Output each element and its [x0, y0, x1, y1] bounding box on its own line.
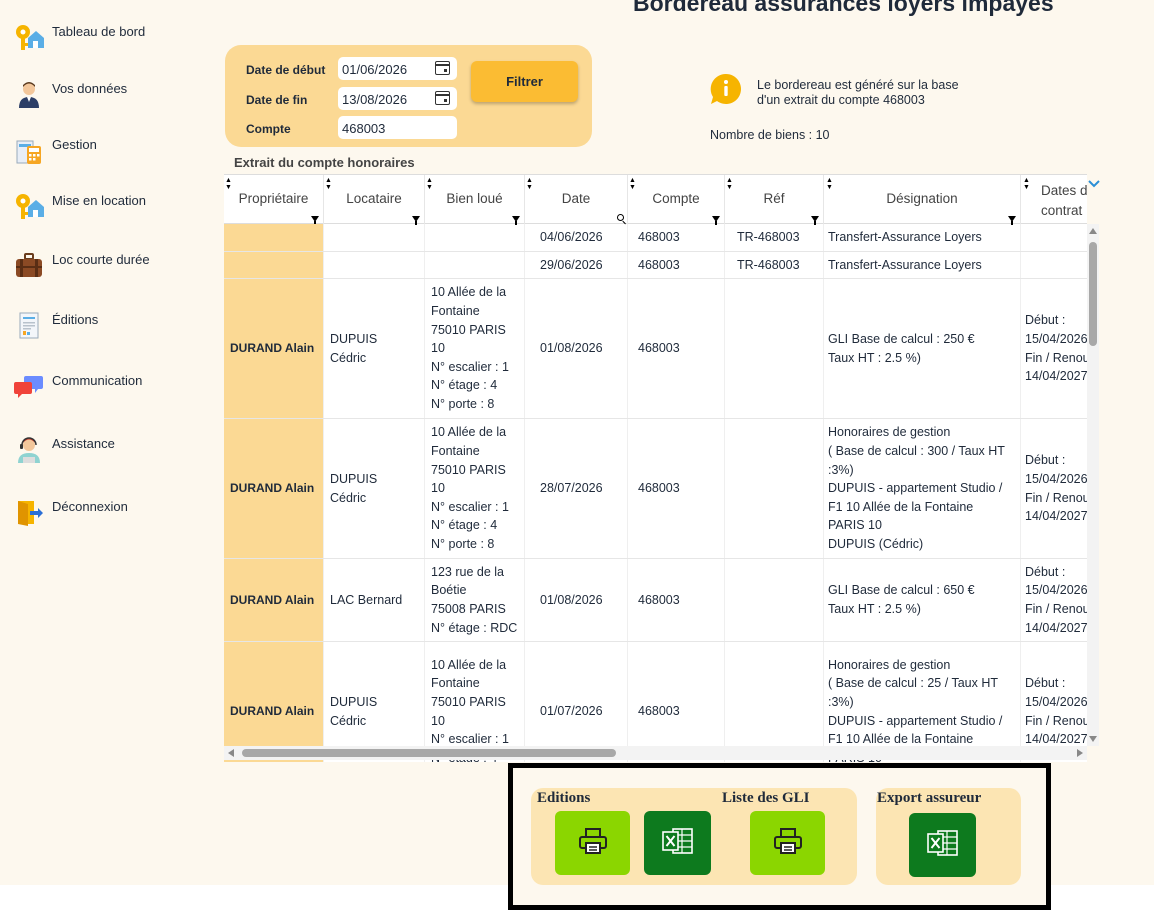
- calculator-icon: [14, 135, 44, 165]
- sidebar-item-mise-en-location[interactable]: Mise en location: [14, 191, 146, 225]
- compte-value: 468003: [342, 121, 386, 136]
- col-header-locataire[interactable]: ▲ ▼ Locataire: [324, 175, 425, 225]
- suitcase-icon: [14, 250, 44, 280]
- col-header-proprietaire[interactable]: ▲ ▼ Propriétaire: [224, 175, 324, 225]
- scroll-down-icon[interactable]: [1089, 736, 1097, 742]
- sidebar-item-editions[interactable]: Éditions: [14, 310, 98, 344]
- scroll-right-icon[interactable]: [1077, 749, 1083, 757]
- scroll-up-icon[interactable]: [1089, 228, 1097, 234]
- sidebar-item-tableau-de-bord[interactable]: Tableau de bord: [14, 22, 145, 56]
- info-line-2: d'un extrait du compte 468003: [757, 93, 925, 107]
- table-row[interactable]: DURAND Alain DUPUIS Cédric 10 Allée de l…: [224, 279, 1087, 419]
- user-icon: [14, 79, 44, 109]
- chat-icon: [14, 371, 44, 401]
- filter-icon[interactable]: [412, 216, 420, 225]
- data-table: ▲ ▼ Propriétaire ▲ ▼ Locataire ▲ ▼ Bien loué ▲…: [224, 174, 1087, 762]
- gli-print-button[interactable]: [750, 811, 825, 875]
- nb-biens: Nombre de biens : 10: [710, 128, 830, 142]
- sidebar-item-gestion[interactable]: Gestion: [14, 135, 97, 169]
- sidebar-item-label: Communication: [52, 373, 143, 388]
- info-message: Le bordereau est généré sur la base d'un…: [757, 78, 959, 108]
- excel-icon: [926, 828, 960, 863]
- sidebar-item-label: Gestion: [52, 137, 97, 152]
- sidebar-item-label: Vos données: [52, 81, 128, 96]
- scroll-left-icon[interactable]: [228, 749, 234, 757]
- sidebar-item-label: Mise en location: [52, 193, 146, 208]
- house-key-icon: [14, 22, 44, 52]
- sort-icon[interactable]: ▲ ▼: [225, 177, 232, 191]
- col-header-ref[interactable]: ▲ ▼ Réf: [725, 175, 824, 225]
- table-row[interactable]: DURAND Alain DUPUIS Cédric 10 Allée de l…: [224, 419, 1087, 559]
- sidebar-item-deconnexion[interactable]: Déconnexion: [14, 497, 128, 531]
- compte-field[interactable]: 468003: [338, 116, 457, 139]
- table-row[interactable]: DURAND Alain LAC Bernard 123 rue de la B…: [224, 559, 1087, 642]
- sidebar-item-loc-courte-duree[interactable]: Loc courte durée: [14, 250, 150, 284]
- table-title: Extrait du compte honoraires: [234, 155, 415, 170]
- filter-panel: Date de début 01/06/2026 Date de fin 13/…: [225, 45, 592, 147]
- exit-door-icon: [14, 497, 44, 527]
- export-actions-box: Editions Liste des GLI Export assureur: [508, 763, 1051, 910]
- col-header-date[interactable]: ▲ ▼ Date: [525, 175, 628, 224]
- editions-excel-button[interactable]: [644, 811, 711, 875]
- sidebar-item-label: Assistance: [52, 436, 115, 451]
- sort-icon[interactable]: ▲ ▼: [629, 177, 636, 191]
- printer-icon: [773, 827, 803, 860]
- gli-label: Liste des GLI: [722, 790, 810, 806]
- table-header: ▲ ▼ Propriétaire ▲ ▼ Locataire ▲ ▼ Bien loué ▲…: [224, 174, 1087, 225]
- info-icon: [710, 73, 742, 105]
- document-icon: [14, 310, 44, 340]
- calendar-icon[interactable]: [435, 91, 450, 105]
- calendar-icon[interactable]: [435, 61, 450, 75]
- date-debut-label: Date de début: [246, 63, 326, 77]
- support-agent-icon: [14, 434, 44, 464]
- info-line-1: Le bordereau est généré sur la base: [757, 78, 959, 92]
- vertical-scrollbar[interactable]: [1087, 224, 1099, 746]
- search-icon[interactable]: [617, 214, 624, 221]
- sidebar-item-label: Tableau de bord: [52, 24, 146, 39]
- editions-label: Editions: [537, 790, 591, 806]
- sort-icon[interactable]: ▲ ▼: [1023, 177, 1030, 191]
- date-fin-field[interactable]: 13/08/2026: [338, 87, 457, 110]
- table-row[interactable]: 29/06/2026 468003 TR-468003 Transfert-As…: [224, 252, 1087, 279]
- col-header-dates-contrat[interactable]: ▲▼Dates de contrat: [1021, 175, 1087, 224]
- table-row[interactable]: 04/06/2026 468003 TR-468003 Transfert-As…: [224, 224, 1087, 252]
- col-header-bien-loue[interactable]: ▲ ▼ Bien loué: [425, 175, 525, 225]
- scroll-thumb[interactable]: [1089, 242, 1097, 346]
- sidebar-item-label: Éditions: [52, 312, 99, 327]
- filter-icon[interactable]: [311, 216, 319, 225]
- sort-icon[interactable]: ▲ ▼: [426, 177, 433, 191]
- printer-icon: [578, 827, 608, 860]
- sidebar-item-label: Loc courte durée: [52, 252, 150, 267]
- horizontal-scrollbar[interactable]: [224, 746, 1087, 760]
- sort-icon[interactable]: ▲ ▼: [726, 177, 733, 191]
- date-fin-label: Date de fin: [246, 93, 308, 107]
- page-title: Bordereau assurances loyers impayés: [633, 0, 1054, 16]
- filter-icon[interactable]: [712, 216, 720, 225]
- table-row[interactable]: DURAND Alain DUPUIS Cédric 10 Allée de l…: [224, 642, 1087, 762]
- compte-label: Compte: [246, 122, 291, 136]
- sort-icon[interactable]: ▲ ▼: [826, 177, 833, 191]
- excel-icon: [661, 826, 695, 861]
- chevron-down-icon[interactable]: [1087, 176, 1101, 188]
- editions-print-button[interactable]: [555, 811, 630, 875]
- filter-button[interactable]: Filtrer: [471, 61, 578, 102]
- filter-icon[interactable]: [1008, 216, 1016, 225]
- sort-icon[interactable]: ▲ ▼: [325, 177, 332, 191]
- sidebar-item-vos-donnees[interactable]: Vos données: [14, 79, 127, 113]
- date-debut-field[interactable]: 01/06/2026: [338, 57, 457, 80]
- export-label: Export assureur: [877, 790, 982, 806]
- sort-icon[interactable]: ▲ ▼: [526, 177, 533, 191]
- sidebar-item-assistance[interactable]: Assistance: [14, 434, 115, 468]
- date-debut-value: 01/06/2026: [342, 62, 408, 77]
- scroll-thumb[interactable]: [242, 749, 616, 757]
- sidebar-item-label: Déconnexion: [52, 499, 128, 514]
- col-header-compte[interactable]: ▲ ▼ Compte: [628, 175, 725, 225]
- col-header-designation[interactable]: ▲ ▼ Désignation: [824, 175, 1021, 225]
- filter-icon[interactable]: [811, 216, 819, 225]
- export-excel-button[interactable]: [909, 813, 976, 877]
- date-fin-value: 13/08/2026: [342, 92, 408, 107]
- sidebar-item-communication[interactable]: Communication: [14, 371, 142, 405]
- filter-icon[interactable]: [512, 216, 520, 225]
- house-key-icon: [14, 191, 44, 221]
